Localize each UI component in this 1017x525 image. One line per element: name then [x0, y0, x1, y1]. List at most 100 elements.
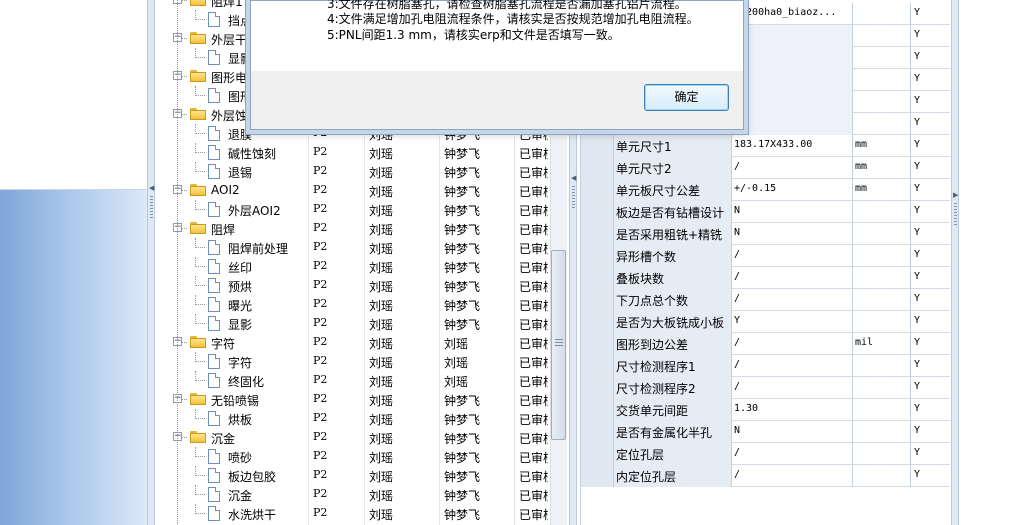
parameter-value[interactable]: +/-0.15 — [732, 179, 853, 201]
parameter-value[interactable]: / — [732, 289, 853, 311]
parameter-value[interactable]: 1.30 — [732, 399, 853, 421]
row-header[interactable] — [581, 179, 614, 201]
row-header[interactable] — [581, 311, 614, 333]
row-header[interactable] — [581, 399, 614, 421]
parameter-value[interactable] — [732, 91, 853, 113]
parameter-flag[interactable]: Y — [911, 465, 950, 487]
parameter-flag[interactable]: Y — [911, 47, 950, 69]
row-header[interactable] — [581, 135, 614, 157]
tree-node-leaf[interactable]: 外层AOI2 P2 刘瑶 钟梦飞 已审核 — [155, 200, 548, 219]
collapse-arrow-icon[interactable]: ◀ — [149, 185, 154, 192]
ok-button[interactable]: 确定 — [644, 84, 729, 111]
tree-node-leaf[interactable]: 终固化 P2 刘瑶 刘瑶 已审核 — [155, 371, 548, 390]
grid-row[interactable]: 单元板尺寸公差 +/-0.15 mm Y — [581, 179, 950, 201]
parameter-flag[interactable]: Y — [911, 399, 950, 421]
row-header[interactable] — [581, 421, 614, 443]
row-header[interactable] — [581, 223, 614, 245]
parameter-flag[interactable]: Y — [911, 157, 950, 179]
grid-row[interactable]: 尺寸检测程序2/ Y — [581, 377, 950, 399]
parameter-value[interactable]: / — [732, 377, 853, 399]
grid-row[interactable]: 定位孔层 / Y — [581, 443, 950, 465]
parameter-value[interactable] — [732, 69, 853, 91]
tree-node-leaf[interactable]: 沉金 P2 刘瑶 钟梦飞 已审核 — [155, 485, 548, 504]
parameter-flag[interactable]: Y — [911, 421, 950, 443]
parameter-value[interactable]: / — [732, 443, 853, 465]
parameter-value[interactable] — [732, 113, 853, 135]
grid-row[interactable]: 叠板块数 / Y — [581, 267, 950, 289]
parameter-value[interactable]: / — [732, 267, 853, 289]
tree-node-folder[interactable]: −无铅喷锡P2刘瑶钟梦飞已审核 — [155, 390, 548, 409]
tree-scrollbar-thumb[interactable] — [551, 250, 566, 440]
parameter-value[interactable]: N — [732, 223, 853, 245]
parameter-flag[interactable]: Y — [911, 179, 950, 201]
parameter-value[interactable]: / — [732, 355, 853, 377]
row-header[interactable] — [581, 245, 614, 267]
grid-row[interactable]: 是否有金属化半孔 N Y — [581, 421, 950, 443]
parameter-value[interactable]: 9h200ha0_biaoz... — [732, 3, 853, 25]
parameter-value[interactable]: 183.17X433.00 — [732, 135, 853, 157]
row-header[interactable] — [581, 465, 614, 487]
tree-node-leaf[interactable]: 曝光 P2 刘瑶 钟梦飞 已审核 — [155, 295, 548, 314]
grid-row[interactable]: 板边是否有钻槽设计 N Y — [581, 201, 950, 223]
parameter-flag[interactable]: Y — [911, 267, 950, 289]
grid-row[interactable]: 内定位孔层 / Y — [581, 465, 950, 487]
parameter-flag[interactable]: Y — [911, 311, 950, 333]
tree-node-leaf[interactable]: 丝印 P2 刘瑶 钟梦飞 已审核 — [155, 257, 548, 276]
grid-row[interactable]: 单元尺寸2/mm Y — [581, 157, 950, 179]
tree-node-leaf[interactable]: 碱性蚀刻 P2 刘瑶 钟梦飞 已审核 — [155, 143, 548, 162]
row-header[interactable] — [581, 201, 614, 223]
parameter-value[interactable]: N — [732, 201, 853, 223]
parameter-value[interactable]: Y — [732, 311, 853, 333]
parameter-flag[interactable]: Y — [911, 443, 950, 465]
parameter-flag[interactable]: Y — [911, 69, 950, 91]
tree-node-leaf[interactable]: 烘板 P2 刘瑶 钟梦飞 已审核 — [155, 409, 548, 428]
row-header[interactable] — [581, 289, 614, 311]
parameter-value[interactable]: / — [732, 245, 853, 267]
left-splitter[interactable]: ◀ — [147, 0, 155, 525]
row-header[interactable] — [581, 267, 614, 289]
tree-node-leaf[interactable]: 水洗烘干 P2 刘瑶 钟梦飞 已审核 — [155, 504, 548, 523]
row-header[interactable] — [581, 355, 614, 377]
parameter-flag[interactable]: Y — [911, 289, 950, 311]
grid-row[interactable]: 是否为大板铣成小板 Y Y — [581, 311, 950, 333]
parameter-flag[interactable]: Y — [911, 201, 950, 223]
grid-row[interactable]: 交货单元间距 1.30 Y — [581, 399, 950, 421]
grid-row[interactable]: 异形槽个数 / Y — [581, 245, 950, 267]
row-header[interactable] — [581, 333, 614, 355]
tree-node-leaf[interactable]: 阻焊前处理 P2 刘瑶 钟梦飞 已审核 — [155, 238, 548, 257]
tree-node-folder[interactable]: −AOI2P2刘瑶钟梦飞已审核 — [155, 181, 548, 200]
right-splitter[interactable]: ▶ — [951, 0, 959, 525]
parameter-value[interactable]: / — [732, 333, 853, 355]
parameter-value[interactable]: / — [732, 157, 853, 179]
tree-node-leaf[interactable]: 显影 P2 刘瑶 钟梦飞 已审核 — [155, 314, 548, 333]
row-header[interactable] — [581, 443, 614, 465]
tree-node-leaf[interactable]: 字符 P2 刘瑶 刘瑶 已审核 — [155, 352, 548, 371]
parameter-value[interactable]: N — [732, 421, 853, 443]
parameter-flag[interactable]: Y — [911, 355, 950, 377]
grid-row[interactable]: 下刀点总个数 / Y — [581, 289, 950, 311]
expand-arrow-icon[interactable]: ▶ — [953, 192, 958, 199]
parameter-flag[interactable]: Y — [911, 135, 950, 157]
parameter-flag[interactable]: Y — [911, 113, 950, 135]
tree-node-folder[interactable]: −阻焊P2刘瑶钟梦飞已审核 — [155, 219, 548, 238]
parameter-value[interactable]: / — [732, 465, 853, 487]
row-header[interactable] — [581, 377, 614, 399]
parameter-flag[interactable]: Y — [911, 333, 950, 355]
tree-node-leaf[interactable]: 预烘 P2 刘瑶 钟梦飞 已审核 — [155, 276, 548, 295]
tree-node-leaf[interactable]: 退锡 P2 刘瑶 钟梦飞 已审核 — [155, 162, 548, 181]
row-header[interactable] — [581, 157, 614, 179]
tree-node-folder[interactable]: −沉金P2刘瑶钟梦飞已审核 — [155, 428, 548, 447]
parameter-value[interactable] — [732, 47, 853, 69]
parameter-flag[interactable]: Y — [911, 223, 950, 245]
parameter-flag[interactable]: Y — [911, 377, 950, 399]
parameter-value[interactable] — [732, 25, 853, 47]
parameter-flag[interactable]: Y — [911, 3, 950, 25]
grid-row[interactable]: 单元尺寸1 183.17X433.00 mm Y — [581, 135, 950, 157]
tree-node-leaf[interactable]: 喷砂 P2 刘瑶 钟梦飞 已审核 — [155, 447, 548, 466]
parameter-flag[interactable]: Y — [911, 245, 950, 267]
grid-row[interactable]: 图形到边公差 / mil Y — [581, 333, 950, 355]
parameter-flag[interactable]: Y — [911, 91, 950, 113]
grid-row[interactable]: 是否采用粗铣+精铣 N Y — [581, 223, 950, 245]
grid-row[interactable]: 尺寸检测程序1/ Y — [581, 355, 950, 377]
tree-node-folder[interactable]: −字符P2刘瑶刘瑶已审核 — [155, 333, 548, 352]
